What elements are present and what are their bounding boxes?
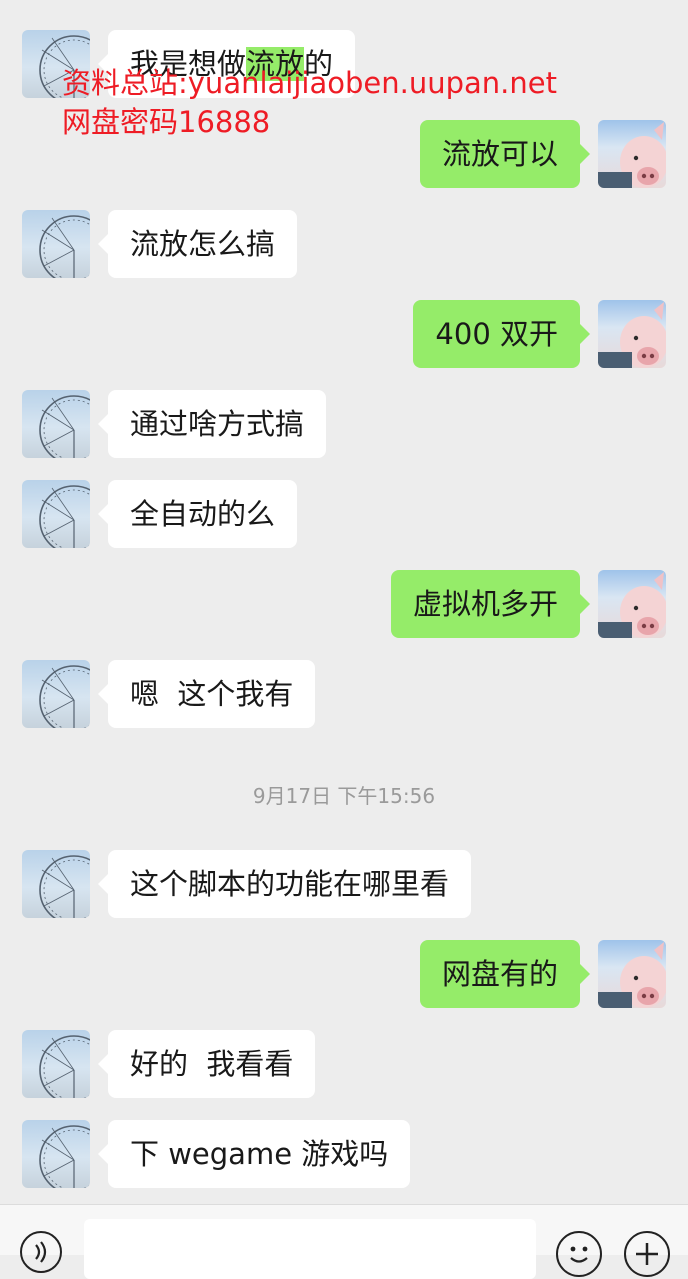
plus-icon[interactable] <box>624 1231 670 1277</box>
message-bubble[interactable]: 网盘有的 <box>419 940 591 1008</box>
input-bar <box>0 1204 688 1279</box>
message-bubble[interactable]: 下 wegame 游戏吗 <box>97 1120 411 1188</box>
message-bubble[interactable]: 嗯 这个我有 <box>97 660 316 728</box>
message-input[interactable] <box>84 1219 536 1279</box>
watermark: 资料总站:yuanlaijiaoben.uupan.net 网盘密码16888 <box>62 64 557 142</box>
pig-avatar[interactable] <box>598 120 666 188</box>
message-bubble[interactable]: 400 双开 <box>413 300 590 368</box>
ferris-wheel-avatar[interactable] <box>22 390 90 458</box>
pig-avatar[interactable] <box>598 940 666 1008</box>
voice-icon[interactable] <box>20 1231 62 1273</box>
message-bubble[interactable]: 通过啥方式搞 <box>97 390 327 458</box>
ferris-wheel-avatar[interactable] <box>22 1030 90 1098</box>
message-bubble[interactable]: 全自动的么 <box>97 480 298 548</box>
message-bubble[interactable]: 好的 我看看 <box>97 1030 316 1098</box>
ferris-wheel-avatar[interactable] <box>22 210 90 278</box>
message-bubble[interactable]: 流放怎么搞 <box>97 210 298 278</box>
ferris-wheel-avatar[interactable] <box>22 480 90 548</box>
pig-avatar[interactable] <box>598 300 666 368</box>
timestamp: 9月17日 下午15:56 <box>252 784 436 808</box>
pig-avatar[interactable] <box>598 570 666 638</box>
message-bubble[interactable]: 这个脚本的功能在哪里看 <box>97 850 472 918</box>
emoji-icon[interactable] <box>556 1231 602 1277</box>
watermark-line-1: 资料总站:yuanlaijiaoben.uupan.net <box>62 66 557 100</box>
ferris-wheel-avatar[interactable] <box>22 850 90 918</box>
message-bubble[interactable]: 虚拟机多开 <box>390 570 591 638</box>
ferris-wheel-avatar[interactable] <box>22 1120 90 1188</box>
ferris-wheel-avatar[interactable] <box>22 660 90 728</box>
watermark-line-2: 网盘密码16888 <box>62 105 271 139</box>
